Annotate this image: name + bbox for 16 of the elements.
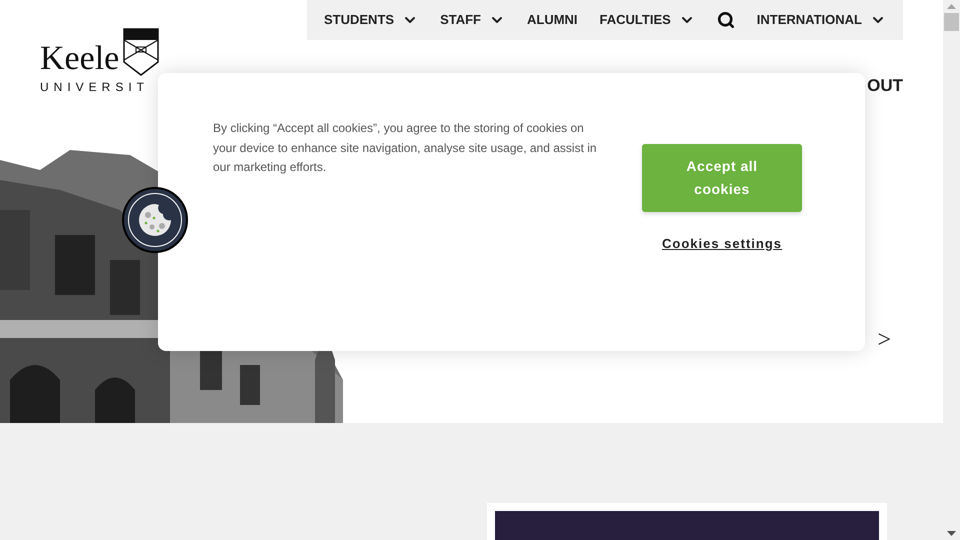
scroll-down-icon[interactable]: [947, 531, 956, 536]
logo-subtitle: UNIVERSIT: [40, 79, 150, 96]
scrollbar-thumb[interactable]: [944, 13, 959, 31]
logo-wordmark: Keele: [40, 42, 120, 76]
link-arrow[interactable]: >: [877, 328, 891, 352]
nav-link[interactable]: INTERNATIONAL: [756, 10, 886, 30]
nav-link[interactable]: STAFF: [440, 10, 505, 30]
cookie-message: By clicking “Accept all cookies”, you agree to the storing of cookies on your device to enhance site navigation, analyse site usage, and assist in our marketing efforts.: [213, 120, 598, 176]
nav-link[interactable]: ALUMNI: [526, 10, 578, 30]
cookie-settings-link[interactable]: Cookies settings: [662, 234, 782, 254]
nav-link[interactable]: FACULTIES: [600, 10, 695, 30]
shield-crest-icon: [123, 28, 160, 76]
search-icon[interactable]: [716, 11, 735, 29]
cookie-icon: [137, 202, 173, 238]
main-nav-link[interactable]: OUT: [867, 73, 903, 98]
nav-link[interactable]: STUDENTS: [324, 10, 418, 30]
